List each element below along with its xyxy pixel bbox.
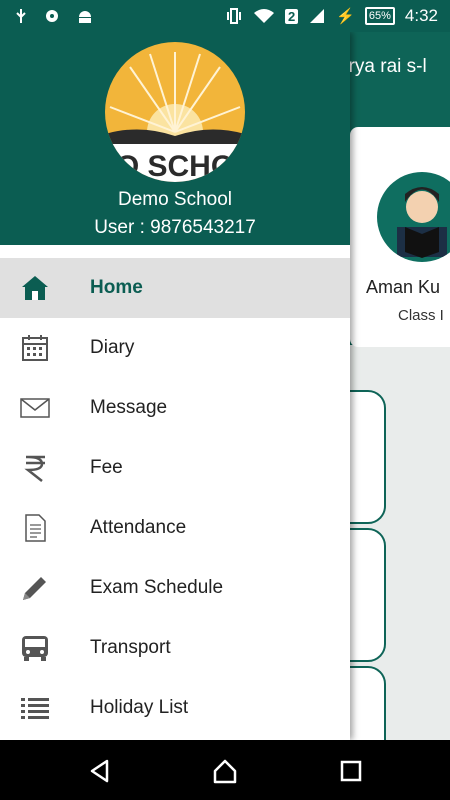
media-icon bbox=[46, 10, 58, 22]
document-icon bbox=[25, 514, 46, 542]
pencil-icon bbox=[23, 577, 46, 600]
menu-item-exam-schedule[interactable]: Exam Schedule bbox=[0, 558, 350, 618]
home-icon bbox=[22, 276, 48, 300]
system-nav-bar bbox=[0, 740, 450, 800]
vibrate-icon bbox=[226, 8, 241, 24]
student-avatar bbox=[377, 172, 450, 262]
menu-item-home[interactable]: Home bbox=[0, 258, 350, 318]
calendar-icon bbox=[22, 335, 48, 361]
school-logo: O SCHO bbox=[105, 42, 245, 182]
menu-item-fee[interactable]: Fee bbox=[0, 438, 350, 498]
back-icon[interactable] bbox=[87, 758, 113, 784]
menu-item-holiday-list[interactable]: Holiday List bbox=[0, 678, 350, 738]
signal-icon bbox=[310, 9, 325, 23]
student-class: Class I bbox=[398, 307, 444, 324]
status-bar: 2 ⚡ 65% 4:32 bbox=[0, 0, 450, 32]
home-button-icon[interactable] bbox=[212, 758, 238, 784]
svg-text:O SCHO: O SCHO bbox=[116, 150, 234, 182]
drawer-header: O SCHO Demo School User : 9876543217 bbox=[0, 32, 350, 245]
user-id: User : 9876543217 bbox=[94, 217, 256, 238]
usb-icon bbox=[16, 9, 26, 23]
bus-icon bbox=[22, 636, 48, 661]
school-name: Demo School bbox=[117, 189, 233, 210]
sim-slot-badge: 2 bbox=[284, 8, 299, 24]
student-reading-icon bbox=[397, 187, 447, 258]
toolbar-title: arya rai s-l bbox=[338, 56, 427, 77]
envelope-icon bbox=[20, 398, 50, 418]
rupee-icon bbox=[24, 455, 45, 482]
menu-label: Fee bbox=[90, 457, 123, 478]
menu-label: Attendance bbox=[90, 517, 187, 538]
menu-label: Holiday List bbox=[90, 697, 189, 718]
clock: 4:32 bbox=[404, 6, 438, 25]
menu-item-message[interactable]: Message bbox=[0, 378, 350, 438]
charging-icon: ⚡ bbox=[336, 8, 355, 25]
drawer-menu: Home Diary Message Fee Attendance Exam S… bbox=[0, 258, 350, 738]
menu-item-attendance[interactable]: Attendance bbox=[0, 498, 350, 558]
navigation-drawer: O SCHO Demo School User : 9876543217 Hom… bbox=[0, 32, 350, 740]
menu-label: Transport bbox=[90, 637, 171, 658]
android-icon bbox=[79, 11, 91, 23]
list-icon bbox=[21, 698, 49, 719]
recents-icon[interactable] bbox=[338, 758, 364, 784]
menu-item-transport[interactable]: Transport bbox=[0, 618, 350, 678]
wifi-icon bbox=[253, 9, 274, 23]
menu-item-diary[interactable]: Diary bbox=[0, 318, 350, 378]
menu-label: Home bbox=[90, 277, 143, 298]
student-card[interactable]: Aman Ku Class I bbox=[350, 127, 450, 347]
student-name: Aman Ku bbox=[366, 277, 441, 297]
menu-label: Diary bbox=[90, 337, 135, 358]
battery-indicator: 65% bbox=[364, 7, 395, 25]
menu-label: Exam Schedule bbox=[90, 577, 224, 598]
menu-label: Message bbox=[90, 397, 168, 418]
